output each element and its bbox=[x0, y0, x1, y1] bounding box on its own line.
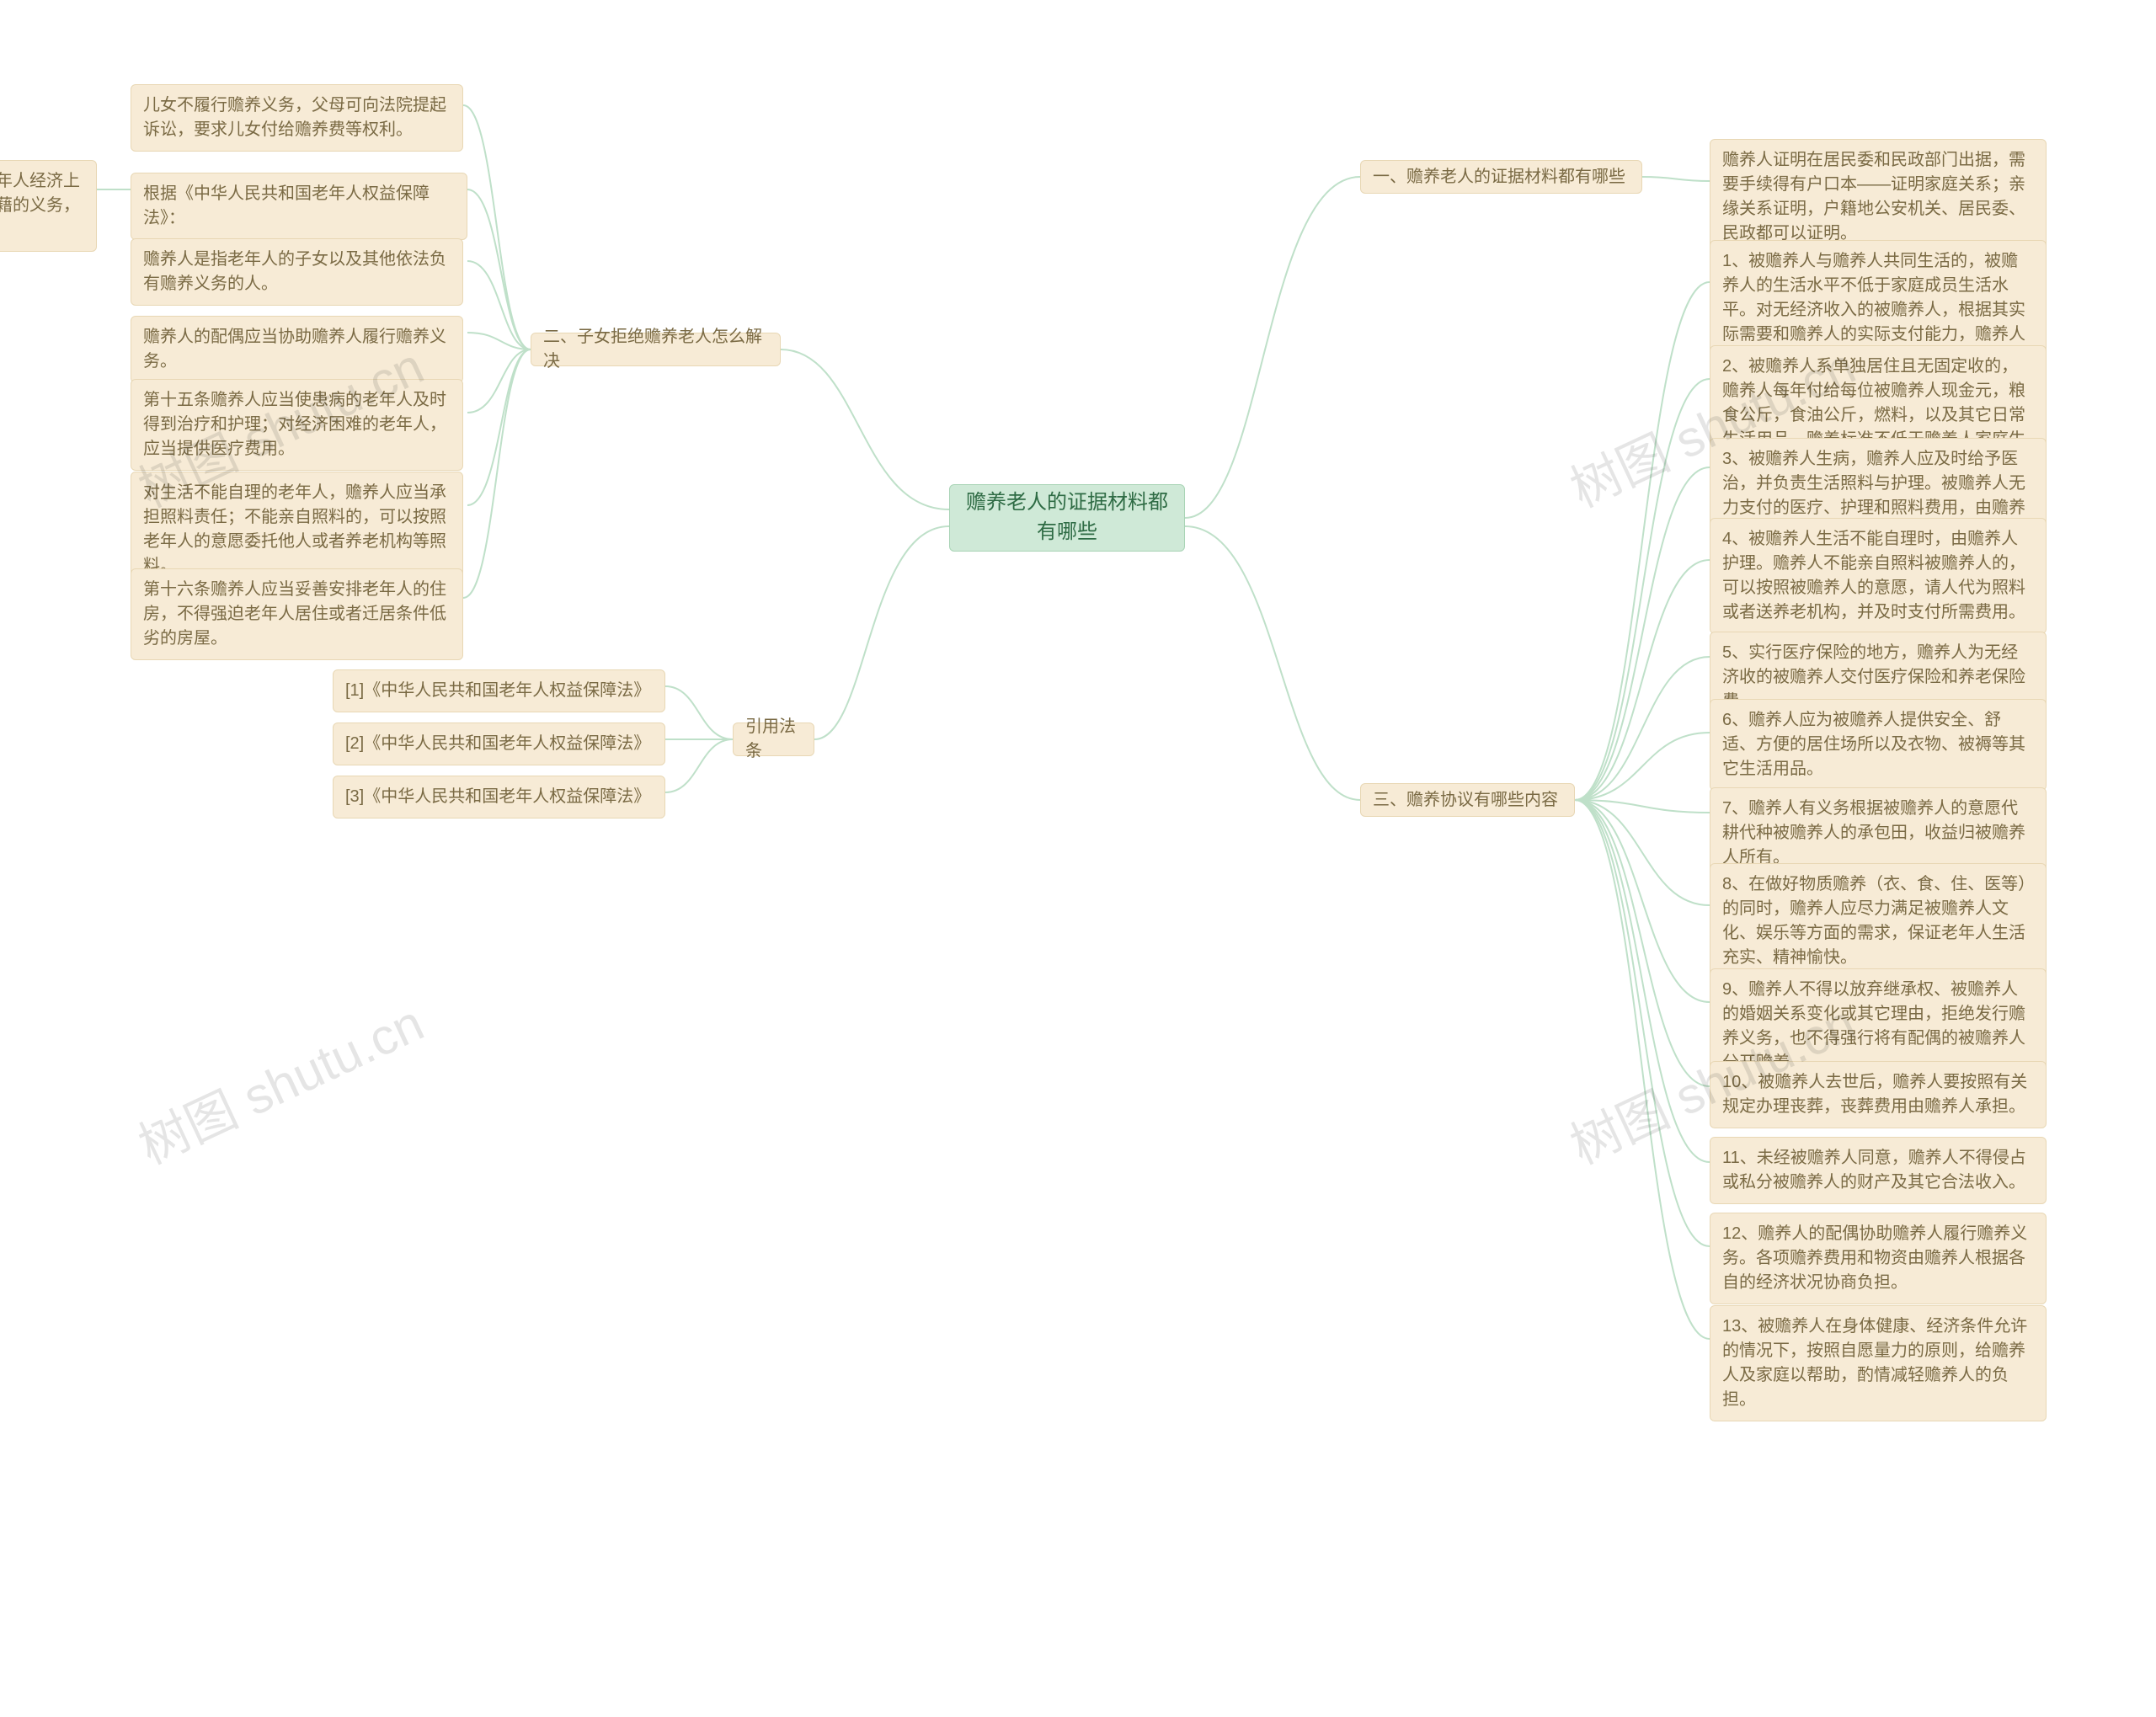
branch-law-refs[interactable]: 引用法条 bbox=[733, 723, 814, 756]
branch-label: 引用法条 bbox=[745, 715, 802, 764]
leaf-agreement-8[interactable]: 8、在做好物质赡养（衣、食、住、医等）的同时，赡养人应尽力满足被赡养人文化、娱乐… bbox=[1710, 863, 2047, 979]
leaf-label: 4、被赡养人生活不能自理时，由赡养人护理。赡养人不能亲自照料被赡养人的，可以按照… bbox=[1722, 530, 2025, 621]
leaf-refuse-1[interactable]: 儿女不履行赡养义务，父母可向法院提起诉讼，要求儿女付给赡养费等权利。 bbox=[131, 84, 463, 152]
leaf-label: 8、在做好物质赡养（衣、食、住、医等）的同时，赡养人应尽力满足被赡养人文化、娱乐… bbox=[1722, 875, 2026, 967]
root-label: 赡养老人的证据材料都有哪些 bbox=[962, 488, 1172, 547]
leaf-label: 儿女不履行赡养义务，父母可向法院提起诉讼，要求儿女付给赡养费等权利。 bbox=[143, 96, 446, 139]
branch-label: 二、子女拒绝赡养老人怎么解决 bbox=[543, 325, 768, 374]
leaf-label: 根据《中华人民共和国老年人权益保障法》： bbox=[143, 184, 430, 227]
leaf-label: 赡养人是指老年人的子女以及其他依法负有赡养义务的人。 bbox=[143, 250, 446, 293]
watermark: 树图 shutu.cn bbox=[125, 983, 434, 1178]
branch-support-agreement[interactable]: 三、赡养协议有哪些内容 bbox=[1360, 783, 1575, 817]
leaf-refuse-4[interactable]: 赡养人的配偶应当协助赡养人履行赡养义务。 bbox=[131, 316, 463, 383]
leaf-label: 9、赡养人不得以放弃继承权、被赡养人的婚姻关系变化或其它理由，拒绝发行赡养义务，… bbox=[1722, 980, 2025, 1072]
leaf-ref-3[interactable]: [3]《中华人民共和国老年人权益保障法》 bbox=[333, 776, 665, 819]
leaf-label: 6、赡养人应为被赡养人提供安全、舒适、方便的居住场所以及衣物、被褥等其它生活用品… bbox=[1722, 711, 2025, 778]
leaf-label: 第十五条赡养人应当使患病的老年人及时得到治疗和护理；对经济困难的老年人，应当提供… bbox=[143, 391, 446, 458]
leaf-label: 对生活不能自理的老年人，赡养人应当承担照料责任；不能亲自照料的，可以按照老年人的… bbox=[143, 483, 446, 575]
leaf-label: [2]《中华人民共和国老年人权益保障法》 bbox=[345, 734, 650, 753]
leaf-label: [3]《中华人民共和国老年人权益保障法》 bbox=[345, 787, 650, 806]
root-node[interactable]: 赡养老人的证据材料都有哪些 bbox=[949, 484, 1185, 552]
leaf-label: 10、被赡养人去世后，赡养人要按照有关规定办理丧葬，丧葬费用由赡养人承担。 bbox=[1722, 1073, 2027, 1116]
branch-children-refuse[interactable]: 二、子女拒绝赡养老人怎么解决 bbox=[531, 333, 781, 366]
leaf-ref-1[interactable]: [1]《中华人民共和国老年人权益保障法》 bbox=[333, 669, 665, 712]
leaf-label: 12、赡养人的配偶协助赡养人履行赡养义务。各项赡养费用和物资由赡养人根据各自的经… bbox=[1722, 1224, 2027, 1292]
leaf-label: 赡养人的配偶应当协助赡养人履行赡养义务。 bbox=[143, 328, 446, 371]
leaf-agreement-6[interactable]: 6、赡养人应为被赡养人提供安全、舒适、方便的居住场所以及衣物、被褥等其它生活用品… bbox=[1710, 699, 2047, 791]
leaf-refuse-3[interactable]: 赡养人是指老年人的子女以及其他依法负有赡养义务的人。 bbox=[131, 238, 463, 306]
branch-label: 三、赡养协议有哪些内容 bbox=[1373, 788, 1558, 813]
branch-evidence-materials[interactable]: 一、赡养老人的证据材料都有哪些 bbox=[1360, 160, 1642, 194]
sub-law-basis[interactable]: 根据《中华人民共和国老年人权益保障法》： bbox=[131, 173, 467, 240]
leaf-agreement-10[interactable]: 10、被赡养人去世后，赡养人要按照有关规定办理丧葬，丧葬费用由赡养人承担。 bbox=[1710, 1061, 2047, 1128]
leaf-evidence-detail[interactable]: 赡养人证明在居民委和民政部门出据，需要手续得有户口本——证明家庭关系；亲缘关系证… bbox=[1710, 139, 2047, 255]
leaf-refuse-7[interactable]: 第十六条赡养人应当妥善安排老年人的住房，不得强迫老年人居住或者迁居条件低劣的房屋… bbox=[131, 568, 463, 660]
leaf-agreement-12[interactable]: 12、赡养人的配偶协助赡养人履行赡养义务。各项赡养费用和物资由赡养人根据各自的经… bbox=[1710, 1213, 2047, 1304]
leaf-agreement-13[interactable]: 13、被赡养人在身体健康、经济条件允许的情况下，按照自愿量力的原则，给赡养人及家… bbox=[1710, 1305, 2047, 1421]
leaf-label: 赡养人证明在居民委和民政部门出据，需要手续得有户口本——证明家庭关系；亲缘关系证… bbox=[1722, 151, 2025, 243]
leaf-agreement-4[interactable]: 4、被赡养人生活不能自理时，由赡养人护理。赡养人不能亲自照料被赡养人的，可以按照… bbox=[1710, 518, 2047, 634]
leaf-label: [1]《中华人民共和国老年人权益保障法》 bbox=[345, 681, 650, 700]
leaf-label: 第十四条赡养人应当履行对老年人经济上供养、生活上照料和精神上慰藉的义务，照顾老年… bbox=[0, 172, 80, 239]
leaf-ref-2[interactable]: [2]《中华人民共和国老年人权益保障法》 bbox=[333, 723, 665, 765]
leaf-law-art14[interactable]: 第十四条赡养人应当履行对老年人经济上供养、生活上照料和精神上慰藉的义务，照顾老年… bbox=[0, 160, 97, 252]
leaf-label: 11、未经被赡养人同意，赡养人不得侵占或私分被赡养人的财产及其它合法收入。 bbox=[1722, 1149, 2026, 1192]
leaf-label: 7、赡养人有义务根据被赡养人的意愿代耕代种被赡养人的承包田，收益归被赡养人所有。 bbox=[1722, 799, 2025, 866]
leaf-refuse-5[interactable]: 第十五条赡养人应当使患病的老年人及时得到治疗和护理；对经济困难的老年人，应当提供… bbox=[131, 379, 463, 471]
leaf-label: 13、被赡养人在身体健康、经济条件允许的情况下，按照自愿量力的原则，给赡养人及家… bbox=[1722, 1317, 2027, 1409]
branch-label: 一、赡养老人的证据材料都有哪些 bbox=[1373, 165, 1625, 189]
leaf-label: 第十六条赡养人应当妥善安排老年人的住房，不得强迫老年人居住或者迁居条件低劣的房屋… bbox=[143, 580, 446, 648]
leaf-agreement-11[interactable]: 11、未经被赡养人同意，赡养人不得侵占或私分被赡养人的财产及其它合法收入。 bbox=[1710, 1137, 2047, 1204]
